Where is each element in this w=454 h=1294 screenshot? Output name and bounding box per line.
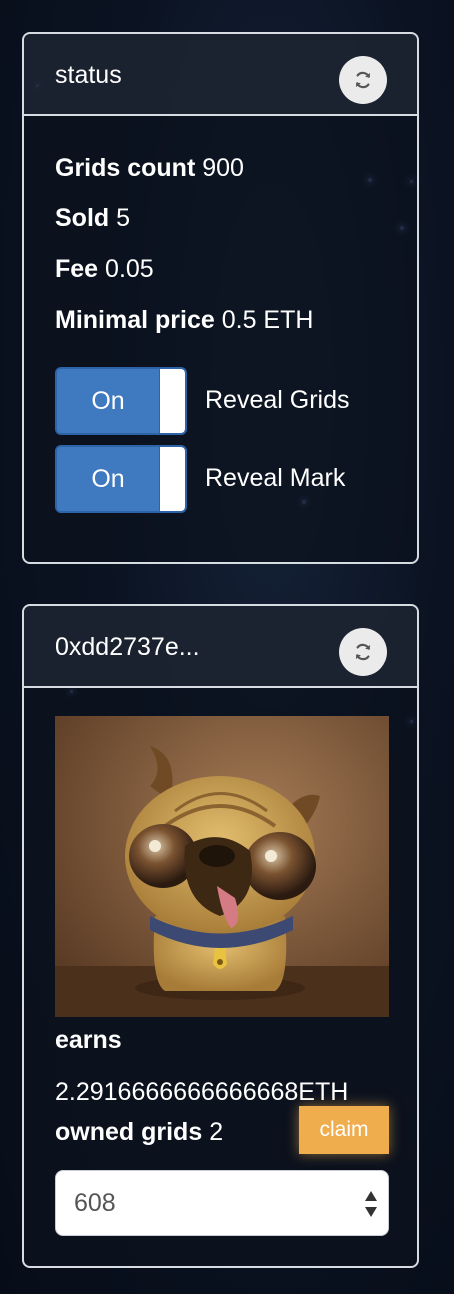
earns-label: earns [55,1026,122,1054]
fee-line: Fee 0.05 [55,255,154,283]
status-panel: status Grids count 900 Sold 5 Fee 0.05 M… [22,32,419,564]
owned-grids-label: owned grids [55,1118,203,1146]
owned-grids-line: owned grids 2 [55,1118,223,1146]
updown-arrows-icon [365,1191,377,1217]
toggle-state-label: On [57,447,159,511]
status-panel-title: status [55,61,122,89]
pug-image [55,716,389,1017]
sold-line: Sold 5 [55,204,130,232]
refresh-icon [355,643,371,661]
reveal-mark-toggle[interactable]: On [55,445,187,513]
reveal-grids-label: Reveal Grids [205,386,350,414]
grids-count-line: Grids count 900 [55,154,244,182]
grid-select[interactable]: 608 [55,1170,389,1236]
status-panel-header: status [24,34,417,116]
account-refresh-button[interactable] [339,628,387,676]
minimal-price-value: 0.5 ETH [221,306,314,334]
minimal-price-line: Minimal price 0.5 ETH [55,306,313,334]
toggle-state-label: On [57,369,159,433]
owned-grids-value: 2 [209,1118,224,1146]
reveal-grids-row: On Reveal Grids [55,367,395,435]
fee-value: 0.05 [105,255,154,283]
earns-label-line: earns [55,1026,122,1054]
reveal-grids-toggle[interactable]: On [55,367,187,435]
reveal-mark-row: On Reveal Mark [55,445,395,513]
sold-value: 5 [116,204,131,232]
reveal-mark-label: Reveal Mark [205,464,346,492]
grid-select-value: 608 [74,1189,116,1217]
minimal-price-label: Minimal price [55,306,215,334]
grids-count-label: Grids count [55,154,196,182]
sold-label: Sold [55,204,110,232]
grids-count-value: 900 [202,154,244,182]
account-panel: 0xdd2737e... earns 2.2916666666666668ETH… [22,604,419,1268]
toggle-knob [159,369,185,433]
earns-value: 2.2916666666666668ETH [55,1078,349,1106]
refresh-icon [355,71,371,89]
toggle-knob [159,447,185,511]
status-refresh-button[interactable] [339,56,387,104]
claim-button[interactable]: claim [299,1106,389,1154]
account-panel-header: 0xdd2737e... [24,606,417,688]
fee-label: Fee [55,255,99,283]
account-address: 0xdd2737e... [55,633,200,661]
